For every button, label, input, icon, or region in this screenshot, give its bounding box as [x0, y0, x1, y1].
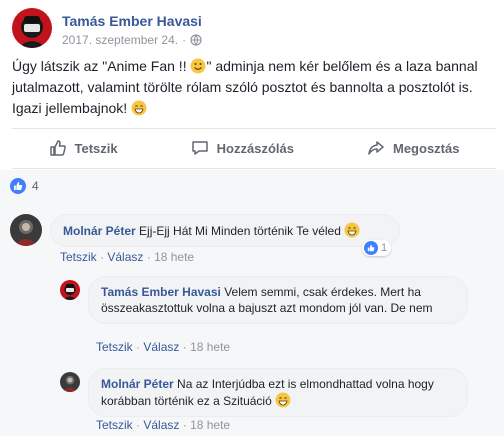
author-avatar[interactable] — [12, 8, 52, 48]
comment-icon — [191, 141, 208, 155]
share-label: Megosztás — [393, 140, 460, 156]
commenter-avatar[interactable] — [60, 280, 80, 300]
comment-like-link[interactable]: Tetszik — [96, 418, 133, 432]
grin-emoji-icon — [344, 222, 360, 238]
share-icon — [368, 141, 384, 155]
comment-reaction-count[interactable]: 1 — [362, 240, 392, 256]
divider — [12, 128, 496, 129]
comment-bubble: Molnár Péter Na az Interjúdba ezt is elm… — [88, 368, 468, 417]
comment-meta: Tetszik · Válasz · 18 hete — [60, 250, 195, 264]
reaction-count-text: 1 — [381, 242, 388, 254]
smile-emoji-icon — [190, 58, 206, 74]
comment-text: Ejj-Ejj Hát Mi Minden történik Te véled — [139, 224, 345, 238]
comment-button[interactable]: Hozzászólás — [191, 139, 294, 157]
post-author-name[interactable]: Tamás Ember Havasi — [62, 12, 202, 30]
post-header: Tamás Ember Havasi 2017. szeptember 24. … — [12, 8, 202, 48]
comment-time[interactable]: 18 hete — [190, 340, 230, 354]
comment-label: Hozzászólás — [216, 140, 294, 156]
reply-item: Molnár Péter Na az Interjúdba ezt is elm… — [60, 368, 468, 417]
comment-meta: Tetszik · Válasz · 18 hete — [96, 340, 231, 354]
comment-like-link[interactable]: Tetszik — [96, 340, 133, 354]
reply-item: Tamás Ember Havasi Velem semmi, csak érd… — [60, 276, 468, 324]
like-button[interactable]: Tetszik — [49, 139, 118, 157]
comment-bubble: Tamás Ember Havasi Velem semmi, csak érd… — [88, 276, 468, 324]
comment-author[interactable]: Molnár Péter — [101, 377, 174, 391]
comment-like-link[interactable]: Tetszik — [60, 250, 97, 264]
like-label: Tetszik — [74, 140, 118, 156]
post-text-part-1: Úgy látszik az "Anime Fan !! — [12, 58, 191, 74]
comment-reply-link[interactable]: Válasz — [107, 250, 143, 264]
like-reaction-icon — [364, 241, 378, 255]
timestamp-text[interactable]: 2017. szeptember 24. — [62, 32, 178, 48]
comment-reply-link[interactable]: Válasz — [143, 418, 179, 432]
reaction-summary[interactable]: 4 — [10, 178, 39, 194]
post-action-bar: Tetszik Hozzászólás Megosztás — [12, 132, 496, 164]
commenter-avatar[interactable] — [10, 214, 42, 246]
comment-meta: Tetszik · Válasz · 18 hete — [96, 418, 231, 432]
comment-time[interactable]: 18 hete — [190, 418, 230, 432]
comment-author[interactable]: Tamás Ember Havasi — [101, 285, 221, 299]
share-button[interactable]: Megosztás — [367, 139, 459, 157]
thumbs-up-icon — [49, 140, 66, 156]
comment-bubble: Molnár Péter Ejj-Ejj Hát Mi Minden törté… — [50, 214, 400, 247]
like-reaction-icon — [10, 178, 26, 194]
globe-icon — [190, 34, 202, 46]
reaction-count: 4 — [32, 179, 39, 193]
comment-author[interactable]: Molnár Péter — [63, 224, 136, 238]
comment-reply-link[interactable]: Válasz — [143, 340, 179, 354]
divider — [12, 168, 496, 169]
grin-emoji-icon — [131, 100, 147, 116]
comment-item: Molnár Péter Ejj-Ejj Hát Mi Minden törté… — [10, 214, 400, 247]
comment-time[interactable]: 18 hete — [154, 250, 194, 264]
commenter-avatar[interactable] — [60, 372, 80, 392]
post-text: Úgy látszik az "Anime Fan !! " adminja n… — [12, 56, 496, 119]
post-timestamp[interactable]: 2017. szeptember 24. · — [62, 32, 202, 48]
grin-emoji-icon — [275, 392, 291, 408]
